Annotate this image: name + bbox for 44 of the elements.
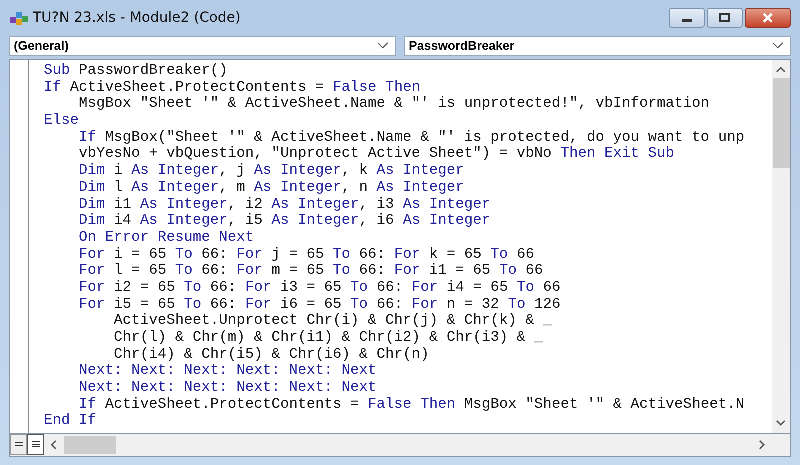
chevron-down-icon xyxy=(772,42,784,50)
code-line: vbYesNo + vbQuestion, "Unprotect Active Sheet") = vbNo Then Exit Sub xyxy=(79,146,675,163)
scrollbar-thumb[interactable] xyxy=(64,436,116,454)
code-line: Next: Next: Next: Next: Next: Next xyxy=(79,380,377,397)
chevron-down-icon xyxy=(377,42,389,50)
scrollbar-thumb[interactable] xyxy=(772,78,790,168)
scroll-left-icon[interactable] xyxy=(50,440,58,450)
code-line: Next: Next: Next: Next: Next: Next xyxy=(79,363,377,380)
code-line: Dim l As Integer, m As Integer, n As Integer xyxy=(79,180,464,196)
code-line: End If xyxy=(44,413,97,430)
code-line: If ActiveSheet.ProtectContents = False Then xyxy=(44,80,421,96)
module-view-button[interactable] xyxy=(27,434,44,455)
scroll-up-icon[interactable] xyxy=(776,66,786,74)
code-line: For l = 65 To 66: For m = 65 To 66: For i1 = 65 To 66 xyxy=(79,263,544,280)
code-line: For i5 = 65 To 66: For i6 = 65 To 66: For n = 32 To 126 xyxy=(79,296,561,313)
close-icon xyxy=(762,13,774,23)
scroll-right-icon[interactable] xyxy=(758,440,766,450)
code-line: If ActiveSheet.ProtectContents = False Then MsgBox "Sheet '" & ActiveSheet.N xyxy=(79,396,745,413)
code-line: Dim i1 As Integer, i2 As Integer, i3 As Integer xyxy=(79,196,491,213)
maximize-icon xyxy=(719,13,731,23)
code-line: MsgBox "Sheet '" & ActiveSheet.Name & "' is unprotected!", vbInformation xyxy=(79,96,710,114)
scroll-down-icon[interactable] xyxy=(776,419,786,427)
object-dropdown[interactable]: (General) xyxy=(9,36,396,56)
maximize-button[interactable] xyxy=(707,8,743,28)
code-line: For i2 = 65 To 66: For i3 = 65 To 66: For i4 = 65 To 66 xyxy=(79,280,561,297)
procedure-view-button[interactable] xyxy=(10,434,27,455)
vertical-scrollbar[interactable] xyxy=(772,60,790,433)
code-line: Dim i As Integer, j As Integer, k As Integer xyxy=(79,163,464,180)
procedure-dropdown[interactable]: PasswordBreaker xyxy=(404,36,791,56)
close-button[interactable] xyxy=(745,8,791,28)
lines-icon xyxy=(30,440,40,448)
minimize-button[interactable] xyxy=(669,8,705,28)
lines-icon xyxy=(14,440,24,448)
code-line: Else xyxy=(44,113,80,130)
code-line: Sub PasswordBreaker() xyxy=(44,63,228,80)
window-title: TU?N 23.xls - Module2 (Code) xyxy=(33,10,241,26)
code-line: Dim i4 As Integer, i5 As Integer, i6 As Integer xyxy=(79,213,491,230)
code-line: Chr(i4) & Chr(i5) & Chr(i6) & Chr(n) xyxy=(114,346,430,364)
cubes-icon xyxy=(9,9,29,27)
code-line: If MsgBox("Sheet '" & ActiveSheet.Name & "' is protected, do you want to unp xyxy=(79,130,745,146)
code-line: For i = 65 To 66: For j = 65 To 66: For k = 65 To 66 xyxy=(79,246,534,263)
code-line: On Error Resume Next xyxy=(79,230,254,247)
code-line: Chr(l) & Chr(m) & Chr(i1) & Chr(i2) & Chr(i3) & _ xyxy=(114,330,544,347)
code-line: ActiveSheet.Unprotect Chr(i) & Chr(j) & Chr(k) & _ xyxy=(114,313,552,330)
